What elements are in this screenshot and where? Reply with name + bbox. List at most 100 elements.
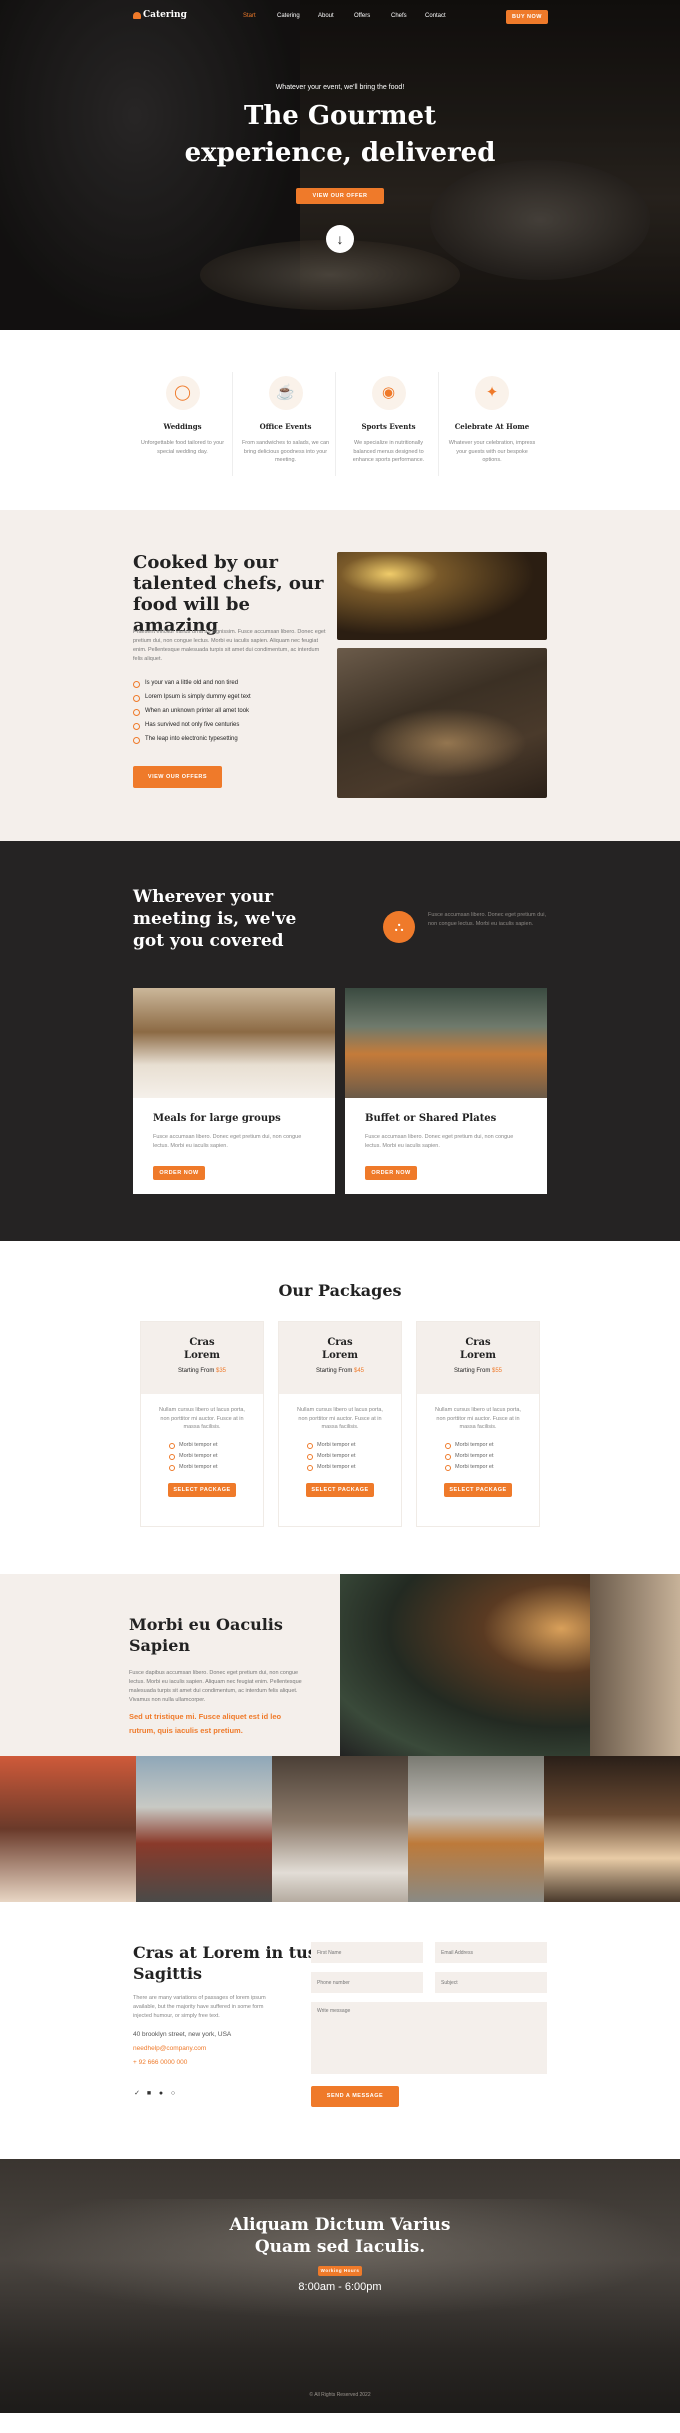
facebook-icon[interactable]: ■	[145, 2090, 153, 2098]
cup-icon: ☕	[268, 376, 303, 410]
list-item: Morbi tempor et	[445, 1453, 539, 1464]
contact-title: Cras at Lorem in tus Sagittis	[133, 1943, 317, 1983]
services-section: ◯ Weddings Unforgettable food tailored t…	[0, 330, 680, 510]
helmet-icon: ◉	[371, 376, 406, 410]
contact-email[interactable]: needhelp@company.com	[133, 2045, 206, 2052]
package-name: Cras Lorem	[184, 1337, 220, 1361]
list-item: Morbi tempor et	[307, 1442, 401, 1453]
package-card: Cras Lorem Starting From $35 Nullam curs…	[140, 1321, 264, 1527]
buffet-image	[345, 988, 547, 1098]
chefs-title: Cooked by our talented chefs, our food w…	[133, 552, 324, 636]
hours-title: Aliquam Dictum Varius Quam sed Iaculis.	[229, 2215, 451, 2257]
footer-copyright: © All Rights Reserved 2022	[309, 2392, 371, 2398]
package-card: Cras Lorem Starting From $55 Nullam curs…	[416, 1321, 540, 1527]
view-offer-button[interactable]: VIEW OUR OFFER	[296, 188, 384, 204]
nav-catering[interactable]: Catering	[277, 13, 300, 19]
chefs-section: Cooked by our talented chefs, our food w…	[0, 510, 680, 841]
phone-field[interactable]	[311, 1972, 423, 1993]
gallery-image[interactable]	[272, 1756, 408, 1902]
package-name: Cras Lorem	[322, 1337, 358, 1361]
select-package-button[interactable]: SELECT PACKAGE	[306, 1482, 374, 1497]
chefs-body: Praesent efficitur varius urna ac dignis…	[133, 629, 326, 662]
buy-now-button[interactable]: BUY NOW	[506, 10, 548, 24]
contact-body: There are many variations of passages of…	[133, 1995, 266, 2019]
contact-phone[interactable]: + 92 666 0000 000	[133, 2059, 187, 2066]
service-sports-events: ◉ Sports Events We specialize in nutriti…	[339, 372, 439, 476]
message-field[interactable]	[311, 2002, 547, 2074]
ring-icon: ◯	[165, 376, 200, 410]
nav-chefs[interactable]: Chefs	[391, 13, 407, 19]
main-nav: Catering Start Catering About Offers Che…	[0, 10, 680, 24]
feature-body: Fusce dapibus accumsan libero. Donec ege…	[129, 1670, 302, 1703]
service-office-events: ☕ Office Events From sandwiches to salad…	[236, 372, 336, 476]
working-hours-time: 8:00am - 6:00pm	[298, 2281, 382, 2293]
subject-field[interactable]	[435, 1972, 547, 1993]
email-field[interactable]	[435, 1942, 547, 1963]
chef-cooking-image	[337, 552, 547, 640]
list-item: When an unknown printer all amet took	[133, 708, 251, 722]
meeting-section: Wherever your meeting is, we've got you …	[0, 841, 680, 1241]
select-package-button[interactable]: SELECT PACKAGE	[168, 1482, 236, 1497]
nav-start[interactable]: Start	[243, 13, 256, 19]
first-name-field[interactable]	[311, 1942, 423, 1963]
appetizers-image	[340, 1574, 680, 1756]
nav-contact[interactable]: Contact	[425, 13, 446, 19]
serving-icon: ⛬	[383, 911, 415, 943]
photo-gallery	[0, 1756, 680, 1902]
feature-highlight: Sed ut tristique mi. Fusce aliquet est i…	[129, 1712, 282, 1735]
order-now-button[interactable]: ORDER NOW	[365, 1166, 417, 1180]
order-now-button[interactable]: ORDER NOW	[153, 1166, 205, 1180]
nav-offers[interactable]: Offers	[354, 13, 370, 19]
pinterest-icon[interactable]: ●	[157, 2090, 165, 2098]
meeting-title: Wherever your meeting is, we've got you …	[133, 887, 297, 951]
instagram-icon[interactable]: ○	[169, 2090, 177, 2098]
send-message-button[interactable]: SEND A MESSAGE	[311, 2086, 399, 2107]
contact-section: Cras at Lorem in tus Sagittis There are …	[0, 1902, 680, 2159]
gallery-image[interactable]	[136, 1756, 272, 1902]
list-item: Morbi tempor et	[307, 1453, 401, 1464]
contact-address: 40 brooklyn street, new york, USA	[133, 2031, 232, 2038]
feature-title: Morbi eu Oaculis Sapien	[129, 1615, 283, 1655]
large-groups-image	[133, 988, 335, 1098]
package-price: $45	[354, 1368, 365, 1374]
working-hours-badge: Working Hours	[318, 2266, 362, 2276]
gallery-image[interactable]	[408, 1756, 544, 1902]
celebration-icon: ✦	[475, 376, 509, 410]
packages-section: Our Packages Cras Lorem Starting From $3…	[0, 1241, 680, 1574]
list-item: Lorem Ipsum is simply dummy eget text	[133, 694, 251, 708]
dining-table-image	[337, 648, 547, 798]
scroll-down-icon[interactable]: ↓	[326, 225, 354, 253]
service-weddings: ◯ Weddings Unforgettable food tailored t…	[133, 372, 233, 476]
view-offers-button[interactable]: VIEW OUR OFFERS	[133, 766, 222, 788]
hero-title: The Gourmet experience, delivered	[184, 101, 496, 168]
package-price: $55	[492, 1368, 503, 1374]
list-item: The leap into electronic typesetting	[133, 736, 251, 750]
hours-section: Aliquam Dictum Varius Quam sed Iaculis. …	[0, 2159, 680, 2413]
card-large-groups: Meals for large groups Fusce accumsan li…	[133, 988, 335, 1194]
service-celebrate-home: ✦ Celebrate At Home Whatever your celebr…	[442, 372, 542, 476]
list-item: Morbi tempor et	[307, 1464, 401, 1475]
feature-section: Morbi eu Oaculis Sapien Fusce dapibus ac…	[0, 1574, 680, 1756]
hero-subtitle: Whatever your event, we'll bring the foo…	[275, 84, 405, 91]
packages-title: Our Packages	[278, 1281, 402, 1300]
list-item: Has survived not only five centuries	[133, 722, 251, 736]
package-card: Cras Lorem Starting From $45 Nullam curs…	[278, 1321, 402, 1527]
nav-about[interactable]: About	[318, 13, 334, 19]
logo-icon	[133, 12, 141, 19]
card-buffet: Buffet or Shared Plates Fusce accumsan l…	[345, 988, 547, 1194]
gallery-image[interactable]	[544, 1756, 680, 1902]
logo[interactable]: Catering	[143, 10, 187, 20]
chefs-list: Is your van a little old and non tired L…	[133, 680, 251, 750]
gallery-image[interactable]	[0, 1756, 136, 1902]
list-item: Morbi tempor et	[169, 1453, 263, 1464]
package-name: Cras Lorem	[460, 1337, 496, 1361]
list-item: Morbi tempor et	[169, 1464, 263, 1475]
meeting-text: Fusce accumsan libero. Donec eget pretiu…	[428, 912, 547, 927]
hero-section: Catering Start Catering About Offers Che…	[0, 0, 680, 330]
select-package-button[interactable]: SELECT PACKAGE	[444, 1482, 512, 1497]
list-item: Morbi tempor et	[445, 1442, 539, 1453]
list-item: Morbi tempor et	[169, 1442, 263, 1453]
list-item: Morbi tempor et	[445, 1464, 539, 1475]
list-item: Is your van a little old and non tired	[133, 680, 251, 694]
twitter-icon[interactable]: ✓	[133, 2090, 141, 2098]
